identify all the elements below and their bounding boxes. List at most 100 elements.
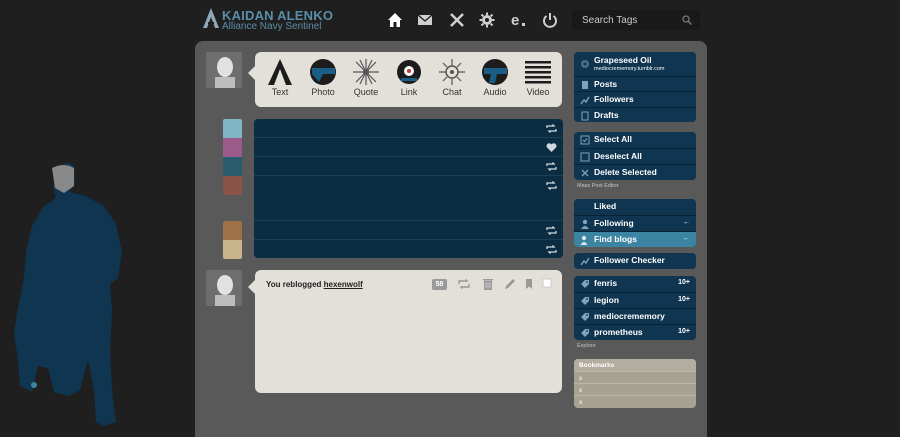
post-type-text[interactable]: Text [260, 56, 300, 104]
activity-row[interactable] [254, 221, 563, 240]
reblog-icon[interactable] [458, 278, 470, 290]
note-count-badge[interactable]: 58 [432, 279, 447, 290]
reblog-icon[interactable] [546, 161, 557, 172]
tag-item[interactable]: mediocrememory [574, 308, 696, 324]
search-icon[interactable] [682, 15, 692, 25]
tag-icon [581, 329, 589, 337]
tag-icon [581, 297, 589, 305]
audio-icon [482, 59, 508, 85]
link-icon [397, 60, 421, 84]
sidebar-item-label: Delete Selected [594, 167, 657, 177]
arrow-icon: ← [683, 219, 690, 226]
activity-row[interactable] [254, 157, 563, 176]
tag-item[interactable]: legion 10+ [574, 292, 696, 308]
activity-thumbnail[interactable] [223, 157, 242, 176]
sidebar-item-drafts[interactable]: Drafts [574, 107, 696, 122]
heart-icon[interactable] [546, 142, 557, 153]
home-icon[interactable] [387, 12, 403, 28]
sidebar-item-label: Liked [594, 201, 617, 211]
blog-url: mediocrememory.tumblr.com [594, 66, 665, 72]
explore-link[interactable]: Explore [577, 343, 596, 349]
post-avatar[interactable] [206, 270, 242, 306]
post-type-video[interactable]: Video [518, 56, 558, 104]
tag-item[interactable]: fenris 10+ [574, 276, 696, 292]
search-input[interactable] [582, 13, 677, 27]
activity-row[interactable] [254, 240, 563, 259]
edit-post-icon[interactable] [504, 278, 516, 290]
sidebar-item-label: Follower Checker [594, 255, 665, 265]
post-prefix: You reblogged [266, 280, 322, 289]
sidebar-item-label: Following [594, 218, 634, 228]
photo-icon [310, 59, 336, 85]
tag-item[interactable]: prometheus 10+ [574, 324, 696, 340]
sidebar-item-label: Posts [594, 79, 618, 89]
reblog-icon[interactable] [546, 180, 557, 191]
reblog-icon[interactable] [546, 225, 557, 236]
sidebar-item-followers[interactable]: Followers [574, 91, 696, 107]
delete-icon[interactable] [482, 278, 494, 290]
post-type-photo[interactable]: Photo [303, 56, 343, 104]
activity-row[interactable] [254, 138, 563, 157]
blog-menu: Grapeseed Oil mediocrememory.tumblr.com … [574, 52, 696, 122]
bookmark-item[interactable]: x [574, 383, 696, 395]
xkit-icon[interactable] [449, 12, 465, 28]
logo-subtitle: Alliance Navy Sentinel [222, 21, 322, 32]
post-type-label: Video [526, 87, 550, 97]
power-icon[interactable] [542, 12, 558, 28]
post-header: You reblogged hexenwolf [266, 280, 363, 289]
select-checkbox-icon[interactable] [542, 278, 552, 288]
select-all-button[interactable]: Select All [574, 132, 696, 148]
follower-checker-button[interactable]: Follower Checker [574, 253, 696, 269]
activity-thumbnail[interactable] [223, 138, 242, 157]
post-type-label: Photo [311, 87, 335, 97]
gear-icon[interactable] [479, 12, 495, 28]
social-menu: Liked Following ← Find blogs ← [574, 199, 696, 247]
blog-name: Grapeseed Oil [594, 55, 652, 65]
deselect-all-button[interactable]: Deselect All [574, 148, 696, 164]
arrow-icon: ← [683, 235, 690, 242]
blog-header[interactable]: Grapeseed Oil mediocrememory.tumblr.com [574, 52, 696, 76]
text-icon [268, 59, 292, 85]
post-type-quote[interactable]: Quote [346, 56, 386, 104]
activity-thumbnail[interactable] [223, 221, 242, 240]
bookmark-item[interactable]: x [574, 371, 696, 383]
sidebar-item-liked[interactable]: Liked [574, 199, 696, 215]
person-icon [581, 219, 589, 229]
mass-editor-menu: Select All Deselect All Delete Selected [574, 132, 696, 180]
page-icon [581, 111, 589, 121]
tag-label: fenris [594, 278, 618, 288]
sidebar-item-find-blogs[interactable]: Find blogs ← [574, 231, 696, 247]
activity-row[interactable] [254, 119, 563, 138]
user-avatar[interactable] [206, 52, 242, 88]
post-type-audio[interactable]: Audio [475, 56, 515, 104]
reblog-icon[interactable] [546, 123, 557, 134]
activity-thumbnail[interactable] [223, 240, 242, 259]
reblog-icon[interactable] [546, 244, 557, 255]
post-user-link[interactable]: hexenwolf [324, 280, 363, 289]
video-icon [525, 61, 551, 84]
chat-icon [439, 59, 465, 85]
delete-selected-button[interactable]: Delete Selected [574, 164, 696, 180]
blog-logo[interactable]: KAIDAN ALENKO Alliance Navy Sentinel [202, 7, 333, 33]
activity-thumbnail[interactable] [223, 119, 242, 138]
sidebar-item-posts[interactable]: Posts [574, 76, 696, 91]
activity-row[interactable] [254, 176, 563, 221]
tag-count: 10+ [678, 328, 690, 335]
edit-icon[interactable]: e [511, 12, 527, 28]
activity-thumbnail[interactable] [223, 176, 242, 195]
find-person-icon [580, 235, 588, 245]
post-type-link[interactable]: Link [389, 56, 429, 104]
mail-icon[interactable] [417, 12, 433, 28]
blog-icon [581, 60, 589, 68]
bookmark-item[interactable]: x [574, 395, 696, 407]
post-type-label: Link [400, 87, 418, 97]
select-all-icon [580, 135, 590, 145]
tag-icon [581, 313, 589, 321]
bookmark-icon[interactable] [525, 278, 533, 290]
post-type-chat[interactable]: Chat [432, 56, 472, 104]
mass-editor-note: Mass Post Editor [577, 183, 619, 189]
tag-label: prometheus [594, 327, 643, 337]
search-box[interactable] [572, 10, 700, 30]
avatar-image [206, 52, 242, 88]
sidebar-item-following[interactable]: Following ← [574, 215, 696, 231]
